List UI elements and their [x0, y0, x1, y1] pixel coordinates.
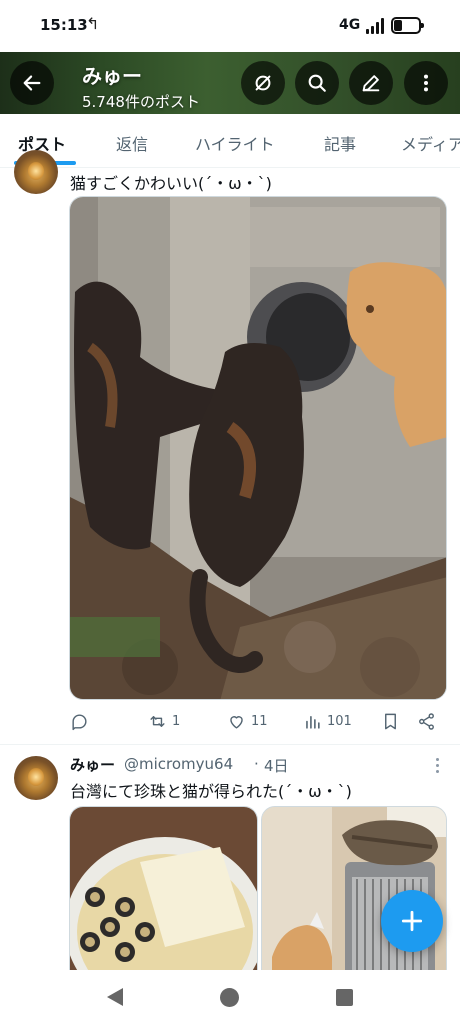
cat-photo [70, 197, 446, 699]
edit-profile-button[interactable] [349, 61, 393, 105]
network-type: 4G [339, 17, 361, 33]
back-button[interactable] [10, 61, 54, 105]
like-button[interactable]: 11 [227, 712, 268, 731]
avatar[interactable] [14, 756, 58, 800]
share-status-icon: ↰ [86, 14, 100, 33]
post-image[interactable] [69, 196, 447, 700]
tab-highlights[interactable]: ハイライト [195, 131, 275, 155]
profile-tabs: ポスト 返信 ハイライト 記事 メディア [0, 114, 460, 168]
grok-button[interactable] [241, 61, 285, 105]
nav-back-icon[interactable] [107, 988, 123, 1006]
grok-icon [255, 75, 271, 91]
post-divider [0, 744, 460, 745]
signal-icon [366, 18, 386, 34]
like-count: 11 [251, 714, 268, 729]
heart-icon [230, 716, 243, 729]
more-options-button[interactable] [404, 61, 448, 105]
post-actions: 1 11 101 [70, 710, 440, 736]
repost-count: 1 [172, 714, 181, 729]
views-button[interactable]: 101 [303, 712, 352, 731]
nav-recents-icon[interactable] [336, 989, 353, 1006]
reply-button[interactable] [70, 712, 94, 731]
post-text: 台灣にて珍珠と猫が得られた(´・ω・`) [70, 782, 352, 801]
share-button[interactable] [417, 712, 436, 731]
author-handle[interactable]: @micromyu64 [124, 755, 233, 773]
repost-icon [150, 716, 165, 727]
tab-replies[interactable]: 返信 [116, 131, 148, 155]
edit-icon [362, 75, 380, 92]
post-image[interactable] [69, 806, 258, 986]
post-count: 5.748件のポスト [82, 93, 200, 111]
battery-icon [391, 17, 424, 34]
plus-icon [401, 910, 423, 932]
avatar[interactable] [14, 150, 58, 194]
bookmark-icon [385, 713, 396, 730]
reply-icon [72, 714, 87, 731]
profile-header: みゅー 5.748件のポスト [0, 52, 460, 114]
search-button[interactable] [295, 61, 339, 105]
compose-button[interactable] [381, 890, 443, 952]
post-text: 猫すごくかわいい(´・ω・`) [70, 174, 272, 193]
post-date[interactable]: 4日 [264, 755, 289, 776]
post-more-icon[interactable] [432, 756, 442, 774]
view-count: 101 [327, 714, 352, 729]
repost-button[interactable]: 1 [148, 712, 180, 731]
back-arrow-icon [23, 75, 41, 91]
author-name[interactable]: みゅー [70, 754, 115, 775]
nav-home-icon[interactable] [220, 988, 239, 1007]
bubble-tea-photo [70, 807, 257, 985]
search-icon [308, 74, 326, 92]
status-bar: 15:13 ↰ 4G [0, 0, 460, 52]
tab-media[interactable]: メディア [401, 131, 460, 155]
bookmark-button[interactable] [381, 712, 400, 731]
tab-articles[interactable]: 記事 [324, 131, 356, 155]
more-icon [423, 74, 429, 92]
profile-name: みゅー [82, 64, 142, 88]
share-icon [419, 713, 434, 730]
meta-separator: · [254, 755, 259, 773]
views-icon [306, 715, 320, 729]
status-time: 15:13 [40, 16, 88, 34]
